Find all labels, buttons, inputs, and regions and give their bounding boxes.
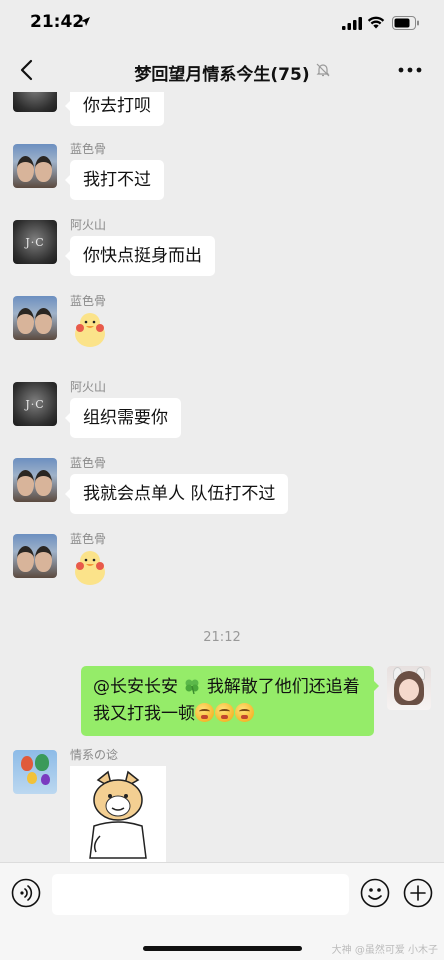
my-avatar[interactable]: [387, 666, 431, 710]
outgoing-message-bubble[interactable]: @长安长安 我解散了他们还追着我又打我一顿: [81, 666, 379, 736]
avatar[interactable]: J·C: [13, 220, 57, 264]
voice-input-icon[interactable]: [11, 878, 41, 908]
message-bubble[interactable]: 我就会点单人 队伍打不过: [64, 474, 289, 514]
mention-text[interactable]: @长安长安: [93, 677, 178, 697]
avatar[interactable]: [13, 458, 57, 502]
duck-sticker[interactable]: [70, 548, 110, 588]
message-list[interactable]: 你去打呗 蓝色骨 我打不过 J·C 阿火山 你快点挺身而出 蓝色骨 J·C 阿火…: [0, 92, 444, 862]
more-options-icon[interactable]: [396, 58, 424, 82]
message-bubble[interactable]: 组织需要你: [65, 398, 181, 438]
duck-sticker[interactable]: [70, 310, 110, 350]
pouting-face-emoji-icon: [235, 703, 254, 722]
watermark: 大神 @虽然可爱 小木子: [331, 945, 438, 956]
status-time: 21:42: [30, 12, 85, 32]
avatar-logo-text: J·C: [25, 397, 45, 411]
avatar[interactable]: [13, 534, 57, 578]
clover-emoji-icon: [185, 679, 199, 695]
status-bar: 21:42: [0, 0, 444, 46]
sender-name: 阿火山: [70, 380, 107, 394]
home-indicator[interactable]: [143, 946, 302, 951]
avatar-logo-text: J·C: [25, 235, 45, 249]
sender-name: 阿火山: [70, 218, 107, 232]
message-input[interactable]: [52, 874, 349, 915]
doge-sticker[interactable]: [70, 766, 166, 862]
wifi-icon: [367, 16, 385, 29]
avatar[interactable]: J·C: [13, 382, 57, 426]
chat-header: 梦回望月情系今生(75): [0, 46, 444, 94]
sender-name: 情系の谂: [70, 748, 119, 762]
emoji-icon[interactable]: [360, 878, 390, 908]
avatar[interactable]: [13, 296, 57, 340]
message-bubble[interactable]: 你去打呗: [65, 92, 164, 126]
cellular-signal-icon: [342, 17, 362, 30]
mute-bell-icon: [316, 63, 330, 77]
avatar[interactable]: [13, 750, 57, 794]
location-arrow-icon: [81, 17, 90, 26]
message-bubble[interactable]: 我打不过: [65, 160, 164, 200]
timestamp: 21:12: [203, 630, 241, 645]
message-bubble[interactable]: 你快点挺身而出: [65, 236, 215, 276]
sender-name: 蓝色骨: [70, 456, 107, 470]
sender-name: 蓝色骨: [70, 294, 107, 308]
sender-name: 蓝色骨: [70, 532, 107, 546]
add-more-icon[interactable]: [403, 878, 433, 908]
pouting-face-emoji-icon: [215, 703, 234, 722]
chat-title: 梦回望月情系今生(75): [134, 65, 310, 85]
avatar[interactable]: [13, 144, 57, 188]
input-bar: 大神 @虽然可爱 小木子: [0, 862, 444, 960]
pouting-face-emoji-icon: [195, 703, 214, 722]
avatar[interactable]: [13, 92, 57, 112]
sender-name: 蓝色骨: [70, 142, 107, 156]
battery-icon: [392, 16, 419, 30]
